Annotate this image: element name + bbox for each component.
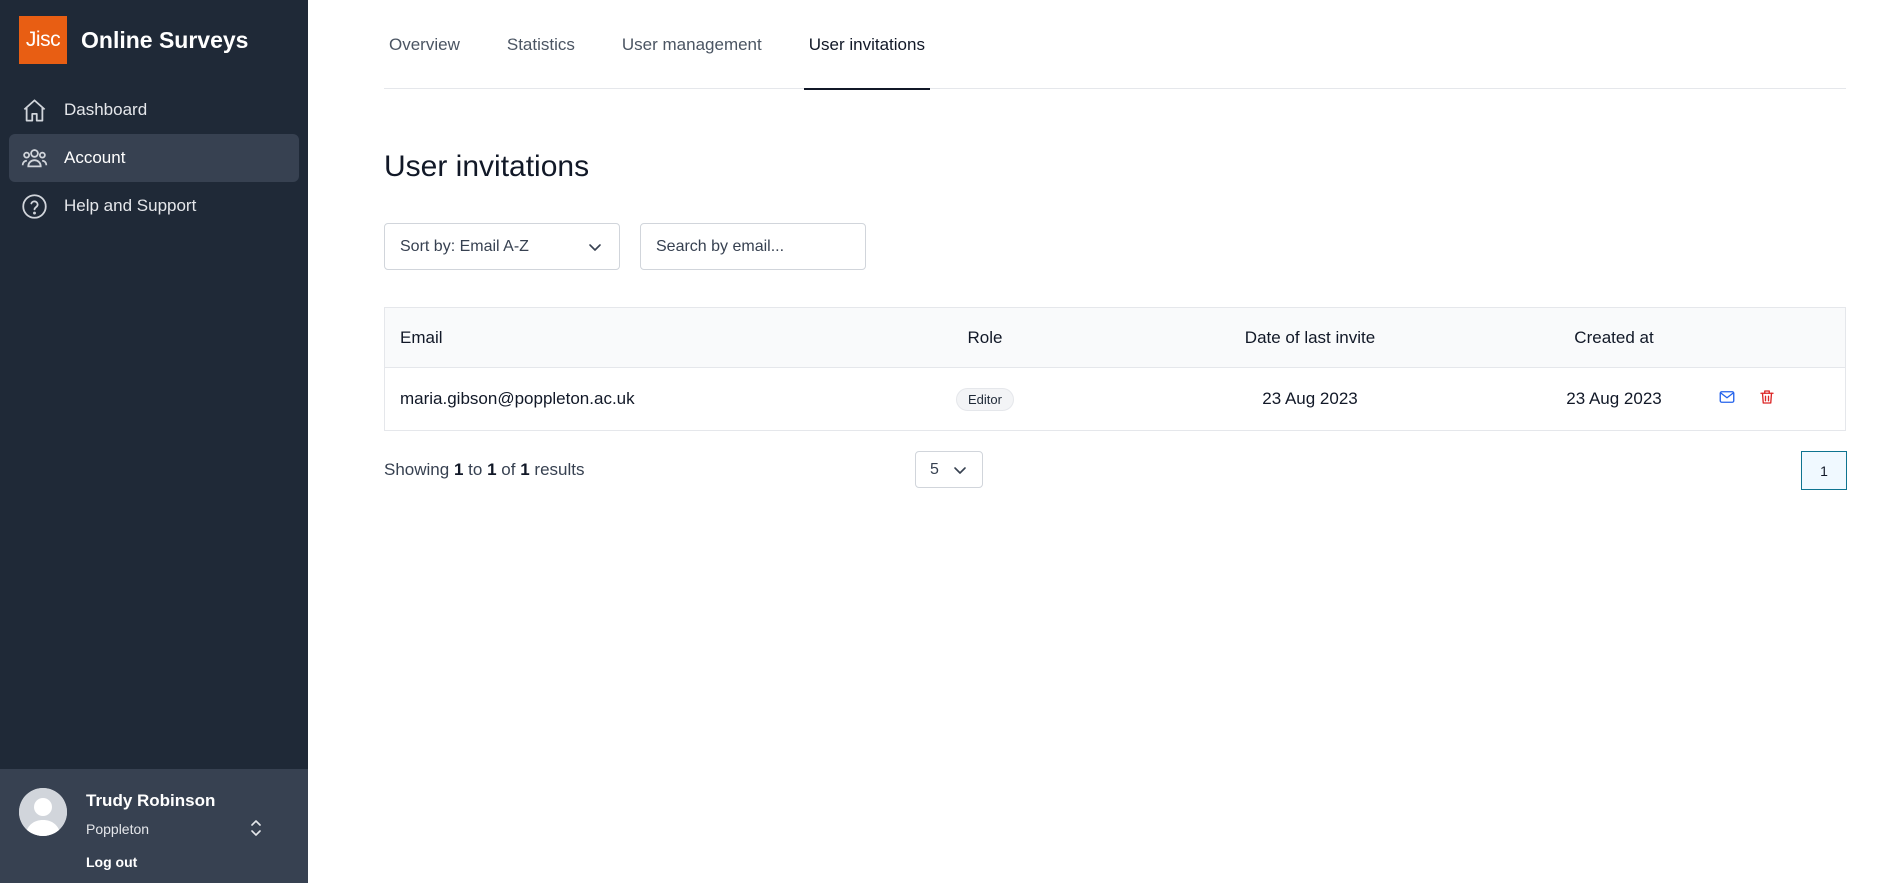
chevron-down-icon [587,239,603,260]
sidebar-item-dashboard[interactable]: Dashboard [9,86,299,134]
tabs: Overview Statistics User management User… [384,0,1846,90]
role-badge: Editor [956,387,1014,411]
user-organisation: Poppleton [86,821,150,837]
results-total: 1 [520,460,530,479]
table-header: Email Role Date of last invite Created a… [385,308,1845,368]
home-icon [20,96,48,124]
help-circle-icon [20,192,48,220]
invitations-table: Email Role Date of last invite Created a… [384,307,1846,431]
tab-statistics[interactable]: Statistics [502,0,580,89]
results-summary: Showing 1 to 1 of 1 results [384,460,584,480]
page-button-current[interactable]: 1 [1801,451,1847,490]
delete-invite-button[interactable] [1757,389,1777,409]
row-actions [1697,368,1797,430]
sidebar-nav: Dashboard Account Help and Support [0,86,308,230]
row-last-invite: 23 Aug 2023 [1262,389,1358,408]
user-panel: Trudy Robinson Poppleton Log out [0,769,308,883]
column-header-email: Email [400,327,443,347]
sidebar-item-label: Help and Support [64,196,197,215]
resend-invite-button[interactable] [1717,389,1737,409]
sidebar-item-label: Account [64,148,126,167]
user-name: Trudy Robinson [86,791,216,810]
sidebar: Jisc Online Surveys Dashboard Account He… [0,0,308,883]
sidebar-item-label: Dashboard [64,100,148,119]
organisation-switcher[interactable] [246,819,266,841]
sidebar-item-account[interactable]: Account [9,134,299,182]
chevron-up-down-icon [249,818,263,843]
page-size-select[interactable]: 5 [915,451,983,488]
mail-icon [1718,388,1736,411]
column-header-last-invite: Date of last invite [1244,327,1376,347]
row-email: maria.gibson@poppleton.ac.uk [400,389,635,408]
tab-overview[interactable]: Overview [384,0,465,89]
logout-link[interactable]: Log out [86,854,137,870]
column-header-role: Role [967,327,1003,347]
sort-select[interactable]: Sort by: Email A-Z [384,223,620,270]
results-word: results [534,460,585,479]
tab-user-invitations[interactable]: User invitations [803,0,931,90]
results-from: 1 [453,460,464,479]
main-content: Overview Statistics User management User… [308,0,1893,883]
of-word: of [501,460,516,479]
jisc-logo: Jisc [19,16,67,64]
app-name: Online Surveys [81,26,249,53]
chevron-down-icon [952,462,968,483]
to-word: to [468,460,483,479]
column-header-created: Created at [1574,327,1654,347]
brand[interactable]: Jisc Online Surveys [0,0,308,80]
tab-user-management[interactable]: User management [617,0,767,89]
avatar [19,788,67,836]
results-to: 1 [487,460,497,479]
showing-prefix: Showing [384,460,450,479]
table-row: maria.gibson@poppleton.ac.uk Editor 23 A… [385,368,1845,430]
page-size-value: 5 [930,460,939,478]
search-input[interactable] [640,223,866,270]
trash-icon [1758,388,1776,411]
sort-label: Sort by: Email A-Z [400,237,529,255]
page-title: User invitations [384,150,590,183]
row-role: Editor [905,368,1065,430]
users-icon [20,144,48,172]
sidebar-item-help[interactable]: Help and Support [9,182,299,230]
